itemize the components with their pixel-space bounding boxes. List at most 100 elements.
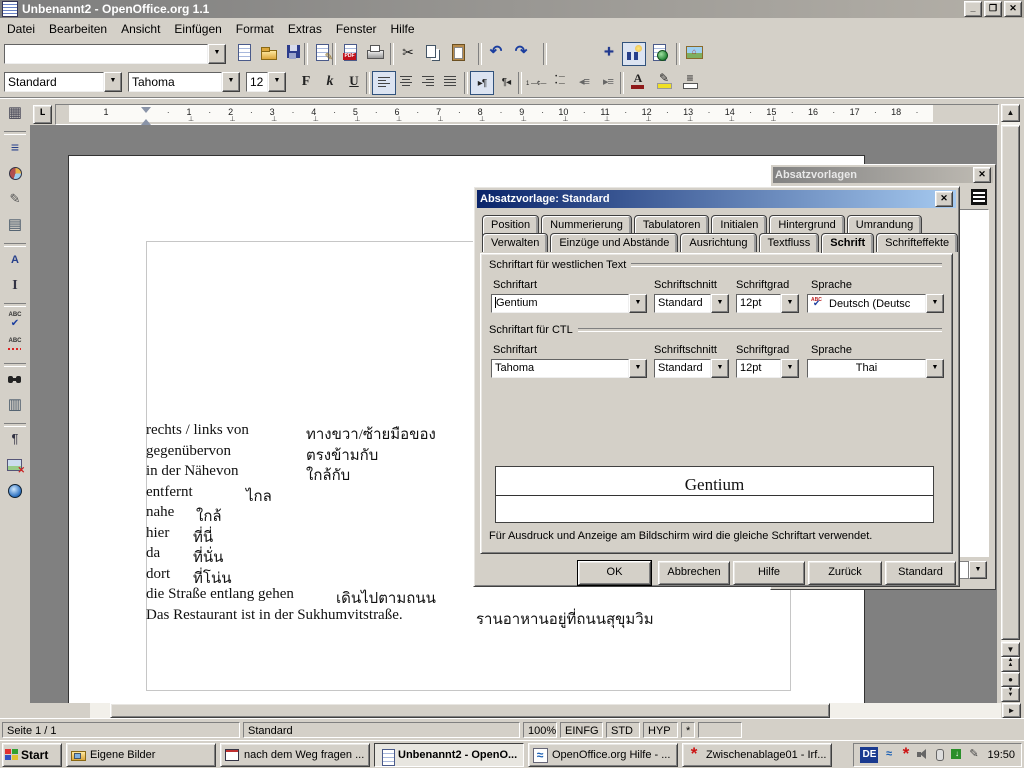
ctl-font-value[interactable]: Tahoma	[491, 359, 629, 378]
taskbar-button-4[interactable]: OpenOffice.org Hilfe - ...	[528, 743, 678, 767]
new-document-button[interactable]	[232, 42, 256, 66]
menu-hilfe[interactable]: Hilfe	[384, 19, 422, 39]
tab-ausrichtung[interactable]: Ausrichtung	[680, 233, 756, 252]
chevron-down-icon[interactable]: ▼	[969, 561, 987, 579]
align-center-button[interactable]	[394, 71, 418, 95]
ctl-size-combobox[interactable]: 12pt ▼	[736, 359, 799, 378]
pen-icon[interactable]	[966, 747, 981, 762]
status-insert-mode[interactable]: EINFG	[560, 722, 603, 738]
start-button[interactable]: Start	[2, 743, 62, 767]
redo-button[interactable]	[509, 42, 533, 66]
ctl-style-combobox[interactable]: Standard ▼	[654, 359, 729, 378]
taskbar-button-3[interactable]: Unbenannt2 - OpenO...	[374, 743, 524, 767]
horizontal-scrollbar-thumb[interactable]	[110, 703, 830, 718]
bold-button[interactable]	[294, 71, 318, 95]
insert-table-button[interactable]	[2, 103, 28, 129]
insert-form-button[interactable]	[2, 215, 28, 241]
chevron-down-icon[interactable]: ▼	[629, 359, 647, 378]
justify-button[interactable]	[438, 71, 462, 95]
indent-marker[interactable]	[141, 107, 151, 118]
export-pdf-button[interactable]	[338, 42, 362, 66]
url-combobox[interactable]: ▼	[4, 44, 226, 64]
antivirus-icon[interactable]	[898, 747, 913, 762]
vertical-scrollbar[interactable]: ▲ ▼ ▲▲ ● ▼▼	[1001, 104, 1020, 702]
chevron-down-icon[interactable]: ▼	[926, 294, 944, 313]
minimize-icon[interactable]: _	[964, 1, 982, 17]
cut-button[interactable]	[396, 42, 420, 66]
status-zoom[interactable]: 100%	[523, 722, 557, 738]
status-hyperlink-mode[interactable]: HYP	[643, 722, 678, 738]
online-layout-button[interactable]	[2, 481, 28, 507]
menu-datei[interactable]: Datei	[0, 19, 42, 39]
draw-functions-button[interactable]	[2, 189, 28, 215]
cancel-button[interactable]: Abbrechen	[658, 561, 730, 585]
chevron-down-icon[interactable]: ▼	[104, 72, 122, 92]
chevron-down-icon[interactable]: ▼	[208, 44, 226, 64]
copy-button[interactable]	[421, 42, 445, 66]
status-selection-mode[interactable]: STD	[606, 722, 640, 738]
close-icon[interactable]: ✕	[973, 167, 991, 183]
western-size-combobox[interactable]: 12pt ▼	[736, 294, 799, 313]
taskbar-button-2[interactable]: nach dem Weg fragen ...	[220, 743, 370, 767]
italic-button[interactable]	[318, 71, 342, 95]
western-size-value[interactable]: 12pt	[736, 294, 781, 313]
tab-einzüge-und-abstände[interactable]: Einzüge und Abstände	[550, 233, 678, 252]
western-style-value[interactable]: Standard	[654, 294, 711, 313]
chevron-down-icon[interactable]: ▼	[711, 359, 729, 378]
close-icon[interactable]: ✕	[935, 191, 953, 207]
ctl-language-value[interactable]: Thai	[807, 359, 926, 378]
horizontal-scrollbar-track[interactable]	[90, 703, 1001, 718]
ltr-button[interactable]	[470, 71, 494, 95]
bullets-button[interactable]	[548, 71, 572, 95]
nonprinting-characters-button[interactable]	[2, 429, 28, 455]
stylist-button[interactable]	[622, 42, 646, 66]
update-icon[interactable]	[949, 747, 964, 762]
horizontal-ruler[interactable]: 11·⊥2·⊥3·⊥4·⊥5·⊥6·⊥7·⊥8·⊥9·⊥10·⊥11·⊥12·⊥…	[55, 104, 999, 125]
menu-format[interactable]: Format	[229, 19, 281, 39]
highlight-button[interactable]	[652, 71, 676, 95]
insert-fields-button[interactable]	[2, 137, 28, 163]
background-button[interactable]	[678, 71, 702, 95]
chevron-down-icon[interactable]: ▼	[781, 294, 799, 313]
paragraph-styles-icon[interactable]	[971, 189, 987, 205]
graphics-toggle-button[interactable]	[2, 455, 28, 481]
taskbar-button-5[interactable]: Zwischenablage01 - Irf...	[682, 743, 832, 767]
menu-bearbeiten[interactable]: Bearbeiten	[42, 19, 114, 39]
open-button[interactable]	[257, 42, 281, 66]
ctl-font-combobox[interactable]: Tahoma ▼	[491, 359, 647, 378]
font-size-value[interactable]: 12	[246, 72, 268, 92]
font-size-combobox[interactable]: 12 ▼	[246, 72, 286, 92]
hyperlink-button[interactable]	[647, 42, 671, 66]
volume-icon[interactable]	[915, 747, 930, 762]
ctl-style-value[interactable]: Standard	[654, 359, 711, 378]
rtl-button[interactable]	[494, 71, 518, 95]
chevron-down-icon[interactable]: ▼	[926, 359, 944, 378]
help-button[interactable]: Hilfe	[733, 561, 805, 585]
direct-cursor-button[interactable]	[2, 275, 28, 301]
undo-button[interactable]	[484, 42, 508, 66]
navigator-button[interactable]	[597, 42, 621, 66]
font-color-button[interactable]	[626, 71, 650, 95]
url-input[interactable]	[4, 44, 208, 64]
next-page-icon[interactable]: ▼▼	[1001, 687, 1020, 702]
western-language-combobox[interactable]: Deutsch (Deutsc ▼	[807, 294, 944, 313]
back-button[interactable]: Zurück	[808, 561, 882, 585]
paragraph-style-value[interactable]: Standard	[4, 72, 104, 92]
stylist-titlebar[interactable]: Absatzvorlagen ✕	[773, 167, 993, 183]
mouse-icon[interactable]	[932, 747, 947, 762]
autospellcheck-button[interactable]	[2, 335, 28, 361]
font-name-value[interactable]: Tahoma	[128, 72, 222, 92]
numbering-button[interactable]	[524, 71, 548, 95]
chevron-down-icon[interactable]: ▼	[711, 294, 729, 313]
chevron-down-icon[interactable]: ▼	[629, 294, 647, 313]
data-sources-button[interactable]	[2, 395, 28, 421]
tab-textfluss[interactable]: Textfluss	[759, 233, 820, 252]
font-name-combobox[interactable]: Tahoma ▼	[128, 72, 240, 92]
vertical-scrollbar-thumb[interactable]	[1001, 125, 1020, 640]
align-left-button[interactable]	[372, 71, 396, 95]
menu-fenster[interactable]: Fenster	[329, 19, 384, 39]
chevron-down-icon[interactable]: ▼	[222, 72, 240, 92]
previous-page-icon[interactable]: ▲▲	[1001, 657, 1020, 672]
quickstart-icon[interactable]	[881, 747, 896, 762]
scroll-up-icon[interactable]: ▲	[1001, 104, 1020, 122]
